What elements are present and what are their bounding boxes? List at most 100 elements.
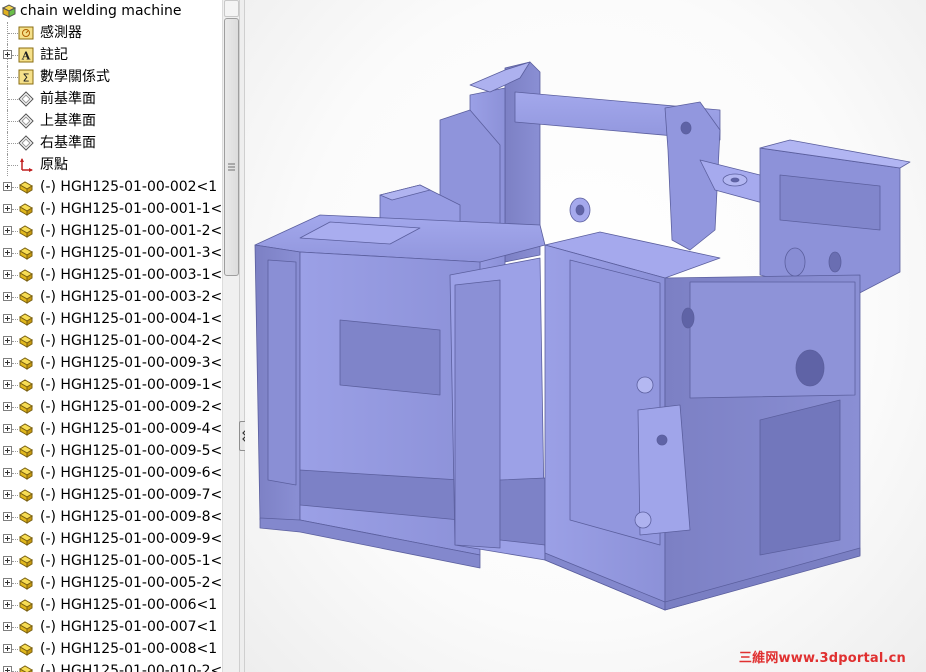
tree-item[interactable]: (-) HGH125-01-00-009-9< [0, 528, 222, 550]
part-icon [19, 577, 33, 590]
expand-toggle-icon[interactable] [3, 666, 12, 672]
tree-item-label: (-) HGH125-01-00-006<1 [40, 597, 218, 613]
part-icon [19, 489, 33, 502]
expand-toggle-icon[interactable] [3, 534, 12, 543]
tree-item[interactable]: 上基準面 [0, 110, 222, 132]
tree-item[interactable]: (-) HGH125-01-00-008<1 [0, 638, 222, 660]
tree-item-label: (-) HGH125-01-00-009-5< [40, 443, 222, 459]
scroll-up-button[interactable] [224, 0, 239, 17]
expand-toggle-icon[interactable] [3, 512, 12, 521]
expand-toggle-icon[interactable] [3, 556, 12, 565]
expand-toggle-icon[interactable] [3, 424, 12, 433]
tree-item-label: 前基準面 [40, 91, 96, 107]
tree-item[interactable]: Σ 數學關係式 [0, 66, 222, 88]
tree-item[interactable]: (-) HGH125-01-00-009-1< [0, 374, 222, 396]
tree-item-label: (-) HGH125-01-00-009-6< [40, 465, 222, 481]
tree-item[interactable]: (-) HGH125-01-00-010-2< [0, 660, 222, 672]
tree-item-label: (-) HGH125-01-00-009-3< [40, 355, 222, 371]
tree-item-label: (-) HGH125-01-00-001-2< [40, 223, 222, 239]
tree-item[interactable]: (-) HGH125-01-00-009-5< [0, 440, 222, 462]
part-icon [19, 511, 33, 524]
tree-item-label: (-) HGH125-01-00-005-2< [40, 575, 222, 591]
svg-text:A: A [21, 50, 31, 63]
tree-item[interactable]: (-) HGH125-01-00-002<1 [0, 176, 222, 198]
tree-item-label: (-) HGH125-01-00-008<1 [40, 641, 218, 657]
part-icon [19, 599, 33, 612]
tree-item-label: 註記 [40, 47, 68, 63]
tree-item[interactable]: (-) HGH125-01-00-003-2< [0, 286, 222, 308]
scroll-thumb[interactable] [224, 18, 239, 276]
tree-item[interactable]: (-) HGH125-01-00-004-1< [0, 308, 222, 330]
tree-item-label: (-) HGH125-01-00-002<1 [40, 179, 218, 195]
part-icon [19, 379, 33, 392]
annotation-icon: A [18, 47, 34, 63]
part-icon [19, 357, 33, 370]
tree-item[interactable]: 原點 [0, 154, 222, 176]
expand-toggle-icon[interactable] [3, 446, 12, 455]
tree-item-label: (-) HGH125-01-00-001-1< [40, 201, 222, 217]
tree-item-label: 右基準面 [40, 135, 96, 151]
svg-text:Σ: Σ [23, 72, 30, 85]
chain-welding-machine-model[interactable] [245, 0, 926, 672]
expand-toggle-icon[interactable] [3, 468, 12, 477]
tree-root-item[interactable]: chain welding machine [0, 0, 222, 22]
expand-toggle-icon[interactable] [3, 204, 12, 213]
tree-item[interactable]: A 註記 [0, 44, 222, 66]
tree-item[interactable]: (-) HGH125-01-00-009-2< [0, 396, 222, 418]
tree-guide-line [8, 165, 18, 166]
tree-item-label: (-) HGH125-01-00-005-1< [40, 553, 222, 569]
tree-item[interactable]: (-) HGH125-01-00-009-6< [0, 462, 222, 484]
part-icon [19, 181, 33, 194]
part-icon [19, 423, 33, 436]
expand-toggle-icon[interactable] [3, 490, 12, 499]
expand-toggle-icon[interactable] [3, 622, 12, 631]
expand-toggle-icon[interactable] [3, 380, 12, 389]
tree-item[interactable]: 右基準面 [0, 132, 222, 154]
tree-item[interactable]: (-) HGH125-01-00-006<1 [0, 594, 222, 616]
expand-toggle-icon[interactable] [3, 314, 12, 323]
tree-item[interactable]: 感測器 [0, 22, 222, 44]
tree-item[interactable]: (-) HGH125-01-00-001-1< [0, 198, 222, 220]
tree-item-label: (-) HGH125-01-00-009-4< [40, 421, 222, 437]
expand-toggle-icon[interactable] [3, 50, 12, 59]
tree-item[interactable]: (-) HGH125-01-00-009-4< [0, 418, 222, 440]
tree-item[interactable]: (-) HGH125-01-00-007<1 [0, 616, 222, 638]
tree-scrollbar[interactable] [222, 0, 239, 672]
expand-toggle-icon[interactable] [3, 248, 12, 257]
expand-toggle-icon[interactable] [3, 270, 12, 279]
tree-item[interactable]: (-) HGH125-01-00-009-8< [0, 506, 222, 528]
part-icon [19, 269, 33, 282]
tree-item-label: (-) HGH125-01-00-009-1< [40, 377, 222, 393]
tree-item[interactable]: 前基準面 [0, 88, 222, 110]
tree-item[interactable]: (-) HGH125-01-00-005-1< [0, 550, 222, 572]
expand-toggle-icon[interactable] [3, 578, 12, 587]
part-icon [19, 313, 33, 326]
expand-toggle-icon[interactable] [3, 644, 12, 653]
tree-item-label: (-) HGH125-01-00-009-7< [40, 487, 222, 503]
tree-item[interactable]: (-) HGH125-01-00-005-2< [0, 572, 222, 594]
tree-item-label: (-) HGH125-01-00-001-3< [40, 245, 222, 261]
part-icon [19, 203, 33, 216]
feature-manager-tree[interactable]: chain welding machine 感測器 A 註記 Σ 數學關係式前基準面上基準… [0, 0, 222, 672]
tree-item[interactable]: (-) HGH125-01-00-001-3< [0, 242, 222, 264]
graphics-area[interactable]: 三維网www.3dportal.cn [245, 0, 926, 672]
expand-toggle-icon[interactable] [3, 336, 12, 345]
tree-guide-line [8, 77, 18, 78]
tree-item[interactable]: (-) HGH125-01-00-009-3< [0, 352, 222, 374]
expand-toggle-icon[interactable] [3, 402, 12, 411]
tree-item[interactable]: (-) HGH125-01-00-009-7< [0, 484, 222, 506]
expand-toggle-icon[interactable] [3, 226, 12, 235]
expand-toggle-icon[interactable] [3, 600, 12, 609]
expand-toggle-icon[interactable] [3, 292, 12, 301]
tree-item[interactable]: (-) HGH125-01-00-001-2< [0, 220, 222, 242]
tree-item[interactable]: (-) HGH125-01-00-004-2< [0, 330, 222, 352]
tree-item-label: (-) HGH125-01-00-003-1< [40, 267, 222, 283]
origin-icon [20, 158, 33, 172]
tree-item[interactable]: (-) HGH125-01-00-003-1< [0, 264, 222, 286]
watermark-text: 三維网www.3dportal.cn [738, 651, 906, 666]
plane-icon [18, 113, 34, 129]
expand-toggle-icon[interactable] [3, 358, 12, 367]
tree-item-label: 原點 [40, 157, 68, 173]
assembly-icon [1, 4, 17, 18]
expand-toggle-icon[interactable] [3, 182, 12, 191]
